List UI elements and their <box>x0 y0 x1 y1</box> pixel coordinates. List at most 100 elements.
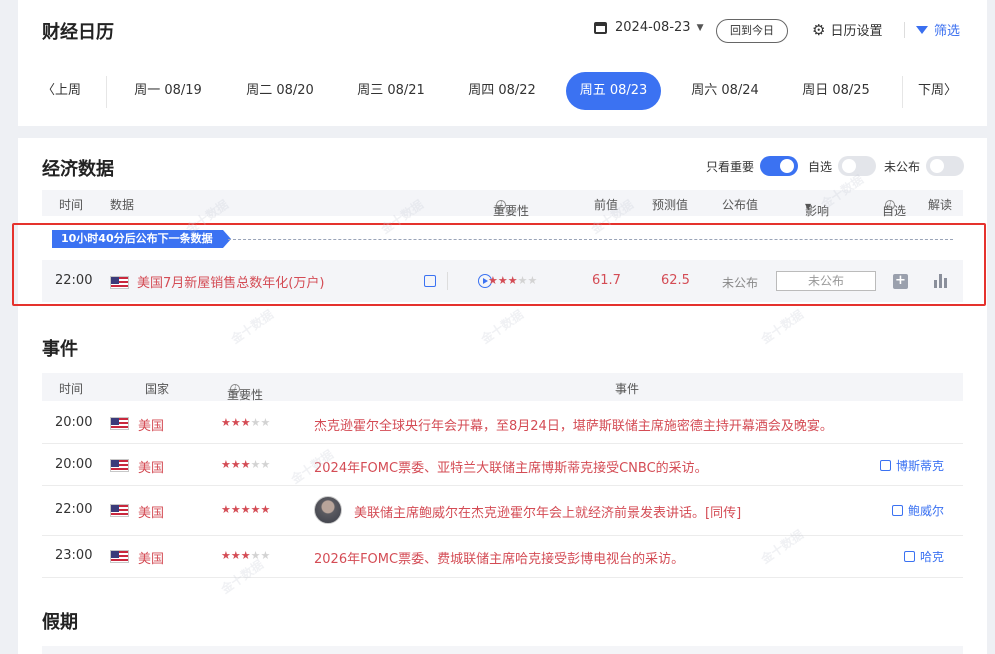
toggle-label: 未公布 <box>884 159 921 174</box>
unpublished-toggle[interactable]: 未公布 <box>884 156 965 176</box>
row-country: 美国 <box>138 419 165 434</box>
filter-icon <box>916 25 928 34</box>
date-picker-value: 2024-08-23 <box>615 20 691 35</box>
row-time: 23:00 <box>55 548 93 563</box>
related-person-name: 哈克 <box>920 550 945 564</box>
row-time: 22:00 <box>55 273 93 288</box>
col-importance: 重要性 i <box>493 196 529 218</box>
actual-value: 未公布 <box>722 276 759 290</box>
divider <box>904 22 905 38</box>
col-event: 事件 <box>615 382 640 396</box>
cube-icon <box>892 505 903 516</box>
calendar-header-card: 财经日历 2024-08-23 ▼ 回到今日 ⚙ 日历设置 筛选 〈上周 周一 … <box>18 0 987 126</box>
next-week-button[interactable]: 下周〉 <box>918 72 957 110</box>
watermark: 金十数据 <box>228 307 276 347</box>
previous-value: 61.7 <box>592 273 621 288</box>
row-country: 美国 <box>138 552 165 567</box>
day-tab-sat[interactable]: 周六 08/24 <box>687 72 763 110</box>
table-row[interactable]: 23:00 美国 ★★★★★ 2026年FOMC票委、费城联储主席哈克接受彭博电… <box>42 536 963 578</box>
col-importance-label: 重要性 <box>493 204 530 218</box>
avatar <box>314 496 342 524</box>
day-tab-fri[interactable]: 周五 08/23 <box>566 72 661 110</box>
impact-value: 未公布 <box>776 271 876 291</box>
prev-week-label: 上周 <box>55 83 82 98</box>
countdown-dashed-line <box>228 239 953 240</box>
us-flag-icon <box>110 459 129 472</box>
toggle-switch[interactable] <box>838 156 877 176</box>
importance-stars: ★★★★★ <box>221 503 271 516</box>
us-flag-icon <box>110 550 129 563</box>
related-person-link[interactable]: 鲍威尔 <box>892 502 944 519</box>
date-picker[interactable]: 2024-08-23 ▼ <box>594 20 703 35</box>
event-text[interactable]: 美联储主席鲍威尔在杰克逊霍尔年会上就经济前景发表讲话。[同传] <box>354 502 741 521</box>
importance-stars: ★★★★★ <box>488 274 538 287</box>
us-flag-icon <box>110 276 129 289</box>
toggle-switch[interactable] <box>926 156 965 176</box>
events-section-title: 事件 <box>42 339 78 360</box>
toggle-switch[interactable] <box>760 156 799 176</box>
row-time: 20:00 <box>55 415 93 430</box>
day-tab-tue[interactable]: 周二 08/20 <box>242 72 318 110</box>
col-time: 时间 <box>59 198 84 212</box>
day-tab-mon[interactable]: 周一 08/19 <box>130 72 206 110</box>
related-person-link[interactable]: 哈克 <box>904 548 944 565</box>
calendar-settings-button[interactable]: ⚙ 日历设置 <box>812 20 883 40</box>
week-navigator: 〈上周 周一 08/19 周二 08/20 周三 08/21 周四 08/22 … <box>18 72 987 112</box>
day-tab-thu[interactable]: 周四 08/22 <box>464 72 540 110</box>
day-tab-sun[interactable]: 周日 08/25 <box>798 72 874 110</box>
importance-stars: ★★★★★ <box>221 549 271 562</box>
event-text[interactable]: 2024年FOMC票委、亚特兰大联储主席博斯蒂克接受CNBC的采访。 <box>314 457 708 476</box>
econ-table-header: 时间 数据 重要性 i 前值 预测值 公布值 影响 ▼ 自选 i 解读 <box>42 190 963 218</box>
forecast-value: 62.5 <box>661 273 690 288</box>
calendar-settings-label: 日历设置 <box>830 24 883 39</box>
filter-button[interactable]: 筛选 <box>916 20 960 39</box>
col-previous: 前值 <box>594 198 619 212</box>
col-actual: 公布值 <box>722 198 759 212</box>
page-title: 财经日历 <box>42 22 114 43</box>
back-to-today-button[interactable]: 回到今日 <box>716 19 788 43</box>
add-to-watchlist-button[interactable]: + <box>893 274 908 289</box>
col-time: 时间 <box>59 382 84 396</box>
table-row[interactable]: 22:00 美国7月新屋销售总数年化(万户) ★★★★★ 61.7 62.5 未… <box>42 260 963 302</box>
cube-icon <box>880 460 891 471</box>
calendar-icon <box>594 21 607 34</box>
indicator-name[interactable]: 美国7月新屋销售总数年化(万户) <box>137 272 324 291</box>
toggle-label: 只看重要 <box>706 159 755 174</box>
col-watchlist-label: 自选 <box>882 204 907 218</box>
filter-label: 筛选 <box>934 24 961 39</box>
important-only-toggle[interactable]: 只看重要 <box>706 156 799 176</box>
col-importance: 重要性 i <box>227 380 263 402</box>
watchlist-toggle[interactable]: 自选 <box>808 156 877 176</box>
event-text[interactable]: 2026年FOMC票委、费城联储主席哈克接受彭博电视台的采访。 <box>314 548 684 567</box>
col-forecast: 预测值 <box>652 198 689 212</box>
importance-stars: ★★★★★ <box>221 416 271 429</box>
econ-section-title: 经济数据 <box>42 159 114 180</box>
divider <box>902 76 903 108</box>
col-importance-label: 重要性 <box>227 388 264 402</box>
divider <box>447 272 448 290</box>
calendar-content-card: 经济数据 只看重要 自选 未公布 时间 数据 重要性 i 前值 预测值 公布值 影… <box>12 138 987 654</box>
table-row[interactable]: 22:00 美国 ★★★★★ 美联储主席鲍威尔在杰克逊霍尔年会上就经济前景发表讲… <box>42 486 963 536</box>
prev-week-button[interactable]: 〈上周 <box>42 72 81 110</box>
chevron-left-icon: 〈 <box>42 83 56 98</box>
holidays-section-title: 假期 <box>42 612 78 633</box>
row-country: 美国 <box>138 461 165 476</box>
watermark: 金十数据 <box>758 307 806 347</box>
col-interpretation: 解读 <box>928 198 953 212</box>
col-watchlist: 自选 i <box>882 196 906 218</box>
next-week-label: 下周 <box>918 83 945 98</box>
cube-icon <box>904 551 915 562</box>
day-tab-wed[interactable]: 周三 08/21 <box>353 72 429 110</box>
table-row[interactable]: 20:00 美国 ★★★★★ 2024年FOMC票委、亚特兰大联储主席博斯蒂克接… <box>42 444 963 486</box>
us-flag-icon <box>110 504 129 517</box>
related-person-name: 鲍威尔 <box>908 504 945 518</box>
col-data: 数据 <box>110 198 135 212</box>
related-person-name: 博斯蒂克 <box>896 459 945 473</box>
event-text[interactable]: 杰克逊霍尔全球央行年会开幕，至8月24日，堪萨斯联储主席施密德主持开幕酒会及晚宴… <box>314 415 833 434</box>
table-row[interactable]: 20:00 美国 ★★★★★ 杰克逊霍尔全球央行年会开幕，至8月24日，堪萨斯联… <box>42 402 963 444</box>
related-person-link[interactable]: 博斯蒂克 <box>880 457 944 474</box>
divider <box>106 76 107 108</box>
related-cube-icon[interactable] <box>424 275 436 287</box>
chart-icon[interactable] <box>934 274 948 288</box>
chevron-down-icon: ▼ <box>696 22 704 33</box>
